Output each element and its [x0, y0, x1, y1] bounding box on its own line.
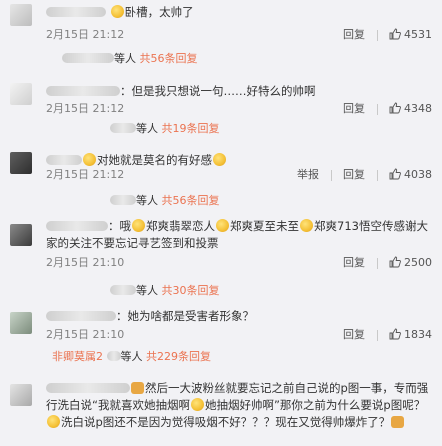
divider [376, 257, 378, 269]
comment-text: ：但是我只想说一句……好特么的帅啊 [46, 83, 436, 100]
thumb-up-icon [389, 328, 401, 340]
like-button[interactable]: 4038 [389, 168, 432, 182]
thumb-up-icon [389, 28, 401, 40]
like-button[interactable]: 4348 [389, 102, 432, 116]
reply-count-link[interactable]: 共19条回复 [162, 122, 220, 135]
like-button[interactable]: 1834 [389, 328, 432, 342]
comment-item: 卧槽，太帅了 2月15日 21:12 回复 4531 [0, 0, 442, 48]
smiley-emoji-icon [47, 415, 60, 428]
reply-button[interactable]: 回复 [343, 168, 365, 182]
like-count: 1834 [404, 328, 432, 341]
comment-actions: 回复 4348 [343, 102, 432, 116]
thumb-up-icon [389, 168, 401, 180]
avatar[interactable] [10, 224, 32, 246]
comment-text: ：哦 郑爽翡翠恋人 郑爽夏至未至 郑爽713悟空传感谢大家的关注不要忘记寻艺签到和投票 [46, 219, 428, 250]
replier-blurred [110, 123, 136, 133]
comment-text: 对她就是莫名的有好感 [46, 152, 436, 169]
divider [376, 29, 378, 41]
smiley-emoji-icon [83, 153, 96, 166]
comment-time: 2月15日 21:10 [46, 328, 125, 341]
comment-item: ：但是我只想说一句……好特么的帅啊 2月15日 21:12 回复 4348 [0, 78, 442, 120]
divider [376, 329, 378, 341]
username-blurred[interactable] [46, 155, 82, 165]
username-blurred[interactable] [46, 221, 108, 231]
username-blurred[interactable] [46, 86, 120, 96]
reply-summary[interactable]: 等人 共56条回复 [110, 194, 220, 208]
comment-item: ：她为啥都是受害者形象？ 2月15日 21:10 回复 1834 [0, 304, 442, 346]
comment-item: 然后一大波粉丝就要忘记之前自己说的p图一事，专而强行洗白说“我就喜欢她抽烟啊 她抽… [0, 376, 442, 446]
avatar[interactable] [10, 4, 32, 26]
replier-blurred [106, 351, 121, 361]
thumb-up-icon [389, 102, 401, 114]
reply-button[interactable]: 回复 [343, 256, 365, 270]
avatar[interactable] [10, 384, 32, 406]
smiley-emoji-icon [216, 219, 229, 232]
username-blurred[interactable] [46, 383, 130, 393]
reply-summary[interactable]: 等人 共19条回复 [110, 122, 220, 136]
reply-button[interactable]: 回复 [343, 28, 365, 42]
like-count: 4348 [404, 102, 432, 115]
divider [376, 169, 378, 181]
reply-count-link[interactable]: 共30条回复 [162, 284, 220, 297]
reply-summary[interactable]: 非卿莫属2 等人 共229条回复 [52, 350, 211, 364]
thumb-up-icon [389, 256, 401, 268]
like-count: 2500 [404, 256, 432, 269]
comment-time: 2月15日 21:12 [46, 102, 125, 115]
comment-time: 2月15日 21:10 [46, 256, 125, 269]
reply-count-link[interactable]: 共56条回复 [140, 52, 198, 65]
reply-button[interactable]: 回复 [343, 328, 365, 342]
replier-blurred [62, 53, 114, 63]
comment-actions: 回复 1834 [343, 328, 432, 342]
reply-count-link[interactable]: 共229条回复 [146, 350, 211, 363]
replier-blurred [110, 285, 136, 295]
like-button[interactable]: 4531 [389, 28, 432, 42]
comment-actions: 回复 2500 [343, 256, 432, 270]
cat-emoji-icon [131, 382, 144, 394]
comment-text: 卧槽，太帅了 [46, 4, 436, 21]
smiley-emoji-icon [110, 5, 124, 18]
comment-text: 然后一大波粉丝就要忘记之前自己说的p图一事，专而强行洗白说“我就喜欢她抽烟啊 她抽… [46, 381, 429, 429]
reply-summary[interactable]: 等人 共30条回复 [110, 284, 220, 298]
avatar[interactable] [10, 312, 32, 334]
comment-actions: 回复 4531 [343, 28, 432, 42]
avatar[interactable] [10, 83, 32, 105]
like-button[interactable]: 2500 [389, 256, 432, 270]
comment-actions: 举报 回复 4038 [297, 168, 432, 182]
replier-name[interactable]: 非卿莫属2 [52, 350, 103, 363]
comment-item: 对她就是莫名的有好感 2月15日 21:12 举报 回复 4038 [0, 148, 442, 188]
like-count: 4531 [404, 28, 432, 41]
comment-time: 2月15日 21:12 [46, 28, 125, 41]
comment-time: 2月15日 21:12 [46, 168, 125, 181]
divider [376, 103, 378, 115]
reply-summary[interactable]: 等人 共56条回复 [62, 52, 198, 66]
report-button[interactable]: 举报 [297, 168, 319, 182]
replier-blurred [110, 195, 136, 205]
cat-emoji-icon [391, 416, 405, 428]
username-blurred[interactable] [46, 311, 116, 321]
reply-count-link[interactable]: 共56条回复 [162, 194, 220, 207]
smiley-emoji-icon [213, 153, 226, 166]
comment-text: ：她为啥都是受害者形象？ [46, 308, 436, 325]
username-blurred[interactable] [46, 7, 106, 17]
comment-item: ：哦 郑爽翡翠恋人 郑爽夏至未至 郑爽713悟空传感谢大家的关注不要忘记寻艺签到和投票… [0, 214, 442, 272]
smiley-emoji-icon [300, 219, 313, 232]
smiley-emoji-icon [190, 398, 204, 411]
divider [330, 169, 332, 181]
avatar[interactable] [10, 152, 32, 174]
smiley-emoji-icon [132, 219, 145, 232]
reply-button[interactable]: 回复 [343, 102, 365, 116]
like-count: 4038 [404, 168, 432, 181]
